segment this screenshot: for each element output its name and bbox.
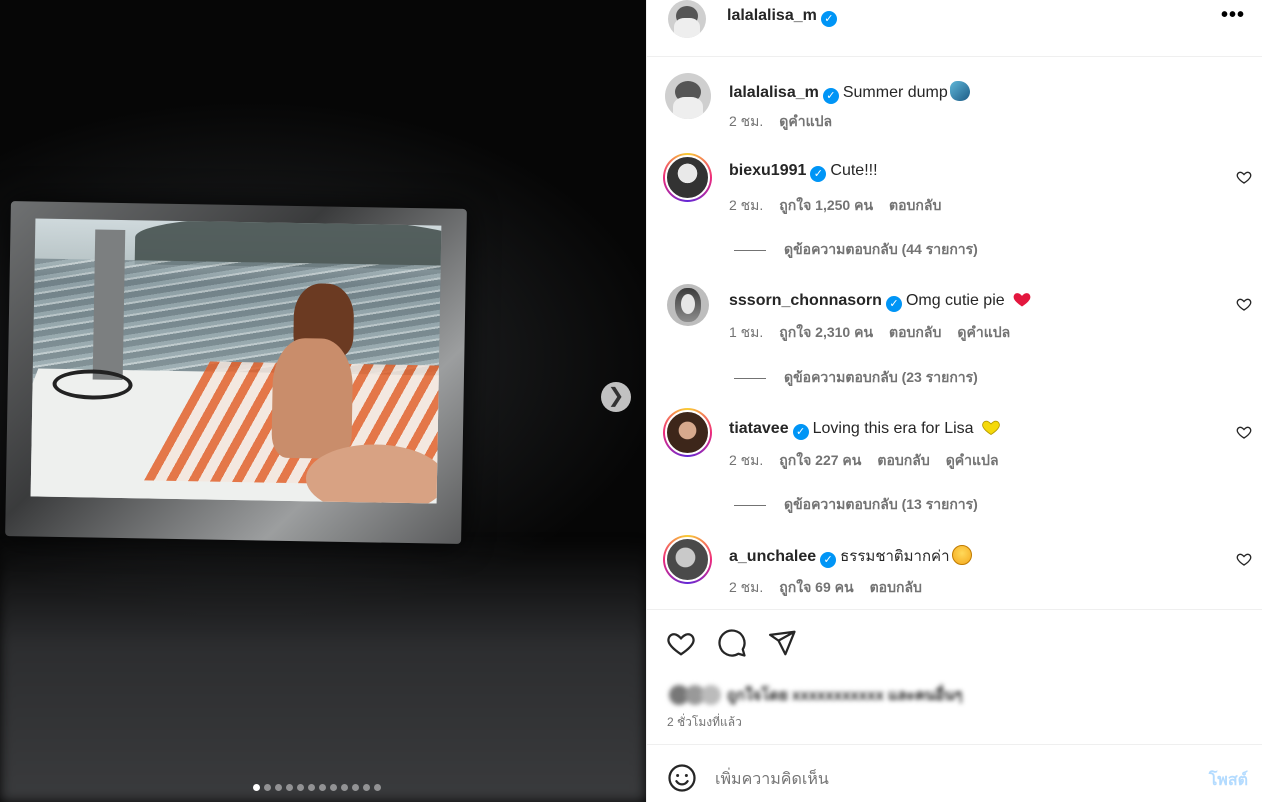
comment-text: Cute!!! — [830, 162, 878, 179]
red-heart-emoji-icon — [1013, 293, 1031, 307]
comment-reply-button[interactable]: ตอบกลับ — [877, 450, 929, 472]
caption-translate-link[interactable]: ดูคำแปล — [779, 111, 832, 133]
verified-badge-icon: ✓ — [810, 166, 827, 182]
post-header: lalalalisa_m ✓ ••• — [647, 0, 1262, 57]
more-options-icon[interactable]: ••• — [1221, 4, 1245, 27]
view-replies-button[interactable]: ดูข้อความตอบกลับ (13 รายการ) — [734, 494, 978, 516]
dolphin-emoji-icon — [949, 81, 970, 101]
comment-reply-button[interactable]: ตอบกลับ — [889, 195, 941, 217]
liked-by-avatar — [701, 685, 721, 705]
comment-meta: 1 ชม. ถูกใจ 2,310 คน ตอบกลับ ดูคำแปล — [729, 322, 1010, 344]
comment-time[interactable]: 2 ชม. — [729, 577, 763, 599]
comment-likes[interactable]: ถูกใจ 227 คน — [779, 450, 861, 472]
comment-avatar[interactable] — [667, 284, 709, 326]
comment-heart-icon[interactable] — [1236, 551, 1252, 567]
comment-translate-link[interactable]: ดูคำแปล — [946, 450, 999, 472]
comment-meta: 2 ชม. ถูกใจ 227 คน ตอบกลับ ดูคำแปล — [729, 450, 999, 472]
author-avatar[interactable] — [668, 0, 706, 38]
comment-username[interactable]: sssorn_chonnasorn — [729, 292, 882, 309]
comment-text: ธรรมชาติมากค่า — [840, 547, 950, 565]
comment-text: Loving this era for Lisa — [812, 420, 974, 437]
comment-avatar[interactable] — [663, 535, 712, 584]
carousel-dot — [330, 784, 337, 791]
smiley-icon[interactable] — [667, 763, 697, 793]
yellow-heart-emoji-icon — [982, 420, 1000, 435]
comment-time[interactable]: 2 ชม. — [729, 195, 763, 217]
carousel-dot — [319, 784, 326, 791]
comment-meta: 2 ชม. ถูกใจ 1,250 คน ตอบกลับ — [729, 195, 941, 217]
comment-username[interactable]: a_unchalee — [729, 548, 816, 565]
comment-username[interactable]: biexu1991 — [729, 162, 806, 179]
caption-username[interactable]: lalalalisa_m — [729, 84, 819, 101]
divider — [647, 609, 1262, 610]
carousel-dot — [341, 784, 348, 791]
verified-badge-icon: ✓ — [820, 552, 837, 568]
divider — [647, 744, 1262, 745]
liked-by-row[interactable]: ถูกใจโดย xxxxxxxxxxx และคนอื่นๆ — [669, 683, 963, 707]
media-foreground-blur — [0, 540, 646, 802]
comment-heart-icon[interactable] — [1236, 296, 1252, 312]
caption-meta: 2 ชม. ดูคำแปล — [729, 111, 832, 133]
comment-meta: 2 ชม. ถูกใจ 69 คน ตอบกลับ — [729, 577, 922, 599]
post-media[interactable]: ❯ — [0, 0, 646, 802]
chevron-right-icon: ❯ — [607, 385, 625, 407]
author-username[interactable]: lalalalisa_m — [727, 7, 817, 24]
view-replies-label: ดูข้อความตอบกลับ (13 รายการ) — [784, 496, 978, 512]
comment-reply-button[interactable]: ตอบกลับ — [870, 577, 922, 599]
carousel-dot — [297, 784, 304, 791]
carousel-dot — [253, 784, 260, 791]
caption-text-row: lalalalisa_m ✓ Summer dump — [729, 81, 970, 104]
caption-text: Summer dump — [842, 84, 948, 101]
caption-author-avatar[interactable] — [665, 73, 711, 119]
verified-badge-icon: ✓ — [822, 88, 839, 104]
post-comment-button[interactable]: โพสต์ — [1209, 768, 1248, 793]
comment-avatar[interactable] — [663, 153, 712, 202]
comment-username[interactable]: tiatavee — [729, 420, 789, 437]
comment-text-row: sssorn_chonnasorn ✓ Omg cutie pie — [729, 289, 1033, 312]
comment-reply-button[interactable]: ตอบกลับ — [889, 322, 941, 344]
author-name-row: lalalalisa_m ✓ — [727, 7, 837, 27]
post-side-panel: lalalalisa_m ✓ ••• lalalalisa_m ✓ Summer du… — [646, 0, 1262, 802]
comment-heart-icon[interactable] — [1236, 169, 1252, 185]
comment-text-row: biexu1991 ✓ Cute!!! — [729, 162, 878, 182]
view-replies-label: ดูข้อความตอบกลับ (23 รายการ) — [784, 369, 978, 385]
view-replies-label: ดูข้อความตอบกลับ (44 รายการ) — [784, 241, 978, 257]
comment-heart-icon[interactable] — [1236, 424, 1252, 440]
post-timestamp[interactable]: 2 ชั่วโมงที่แล้ว — [667, 713, 742, 732]
next-media-button[interactable]: ❯ — [601, 382, 631, 412]
comment-likes[interactable]: ถูกใจ 2,310 คน — [779, 322, 873, 344]
smiling-face-emoji-icon — [951, 545, 972, 565]
verified-badge-icon: ✓ — [820, 11, 837, 27]
heart-icon[interactable] — [666, 628, 696, 658]
carousel-dot — [308, 784, 315, 791]
comment-text-row: tiatavee ✓ Loving this era for Lisa — [729, 417, 1002, 440]
caption-time[interactable]: 2 ชม. — [729, 111, 763, 133]
comment-time[interactable]: 2 ชม. — [729, 450, 763, 472]
carousel-dot — [352, 784, 359, 791]
viewfinder-photo — [30, 218, 442, 504]
verified-badge-icon: ✓ — [792, 424, 809, 440]
view-replies-button[interactable]: ดูข้อความตอบกลับ (23 รายการ) — [734, 367, 978, 389]
comment-avatar[interactable] — [663, 408, 712, 457]
comment-text-row: a_unchalee ✓ ธรรมชาติมากค่า — [729, 544, 972, 568]
carousel-dot — [275, 784, 282, 791]
carousel-dot — [286, 784, 293, 791]
comment-likes[interactable]: ถูกใจ 69 คน — [779, 577, 853, 599]
carousel-dots — [253, 784, 381, 791]
view-replies-button[interactable]: ดูข้อความตอบกลับ (44 รายการ) — [734, 239, 978, 261]
verified-badge-icon: ✓ — [885, 296, 902, 312]
comment-icon[interactable] — [717, 628, 747, 658]
liked-by-text: ถูกใจโดย xxxxxxxxxxx และคนอื่นๆ — [727, 687, 963, 704]
comment-likes[interactable]: ถูกใจ 1,250 คน — [779, 195, 873, 217]
share-icon[interactable] — [767, 628, 797, 658]
carousel-dot — [374, 784, 381, 791]
comment-translate-link[interactable]: ดูคำแปล — [957, 322, 1010, 344]
carousel-dot — [363, 784, 370, 791]
carousel-dot — [264, 784, 271, 791]
comment-text: Omg cutie pie — [905, 292, 1005, 309]
comment-input[interactable] — [715, 766, 1175, 790]
comment-time[interactable]: 1 ชม. — [729, 322, 763, 344]
